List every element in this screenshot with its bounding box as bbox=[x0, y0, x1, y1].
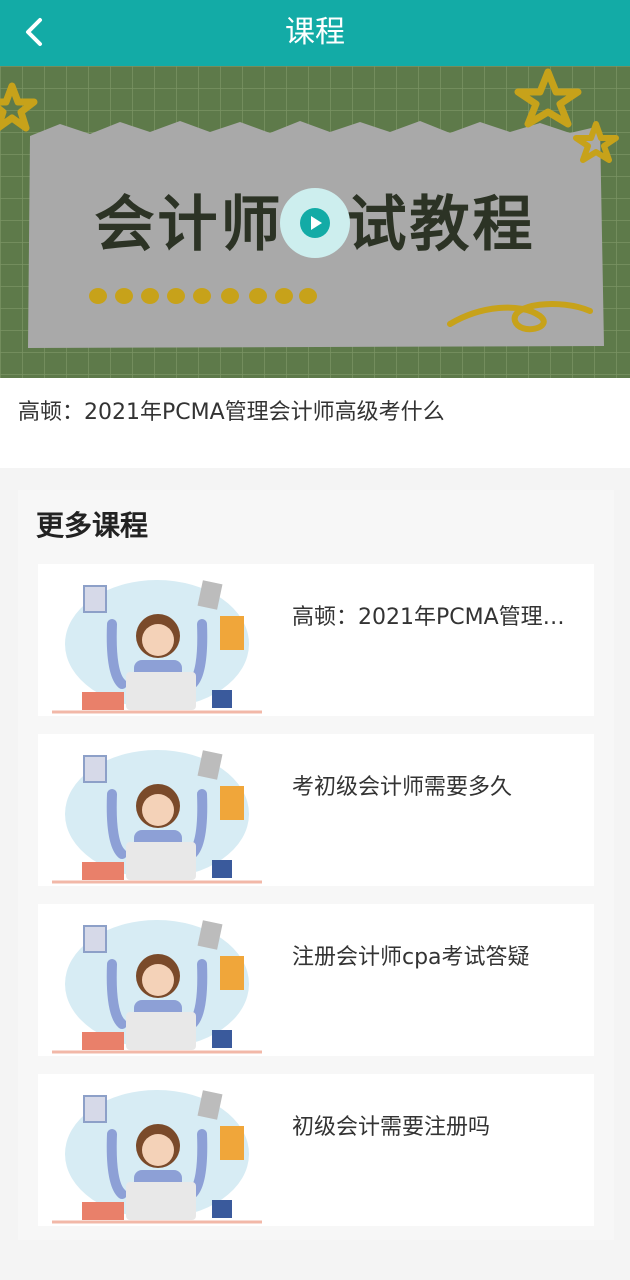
play-button[interactable] bbox=[280, 188, 350, 258]
top-bar: 课程 bbox=[0, 0, 630, 66]
course-thumbnail bbox=[52, 564, 262, 716]
course-card[interactable]: 注册会计师cpa考试答疑 bbox=[38, 904, 594, 1056]
play-icon bbox=[300, 208, 330, 238]
course-card-title: 考初级会计师需要多久 bbox=[292, 775, 513, 800]
accountant-illustration bbox=[52, 1090, 262, 1224]
course-card[interactable]: 高顿：2021年PCMA管理会计师高级考什么 bbox=[38, 564, 594, 716]
accountant-illustration bbox=[52, 580, 262, 714]
course-thumbnail bbox=[52, 734, 262, 886]
course-thumbnail bbox=[52, 1074, 262, 1226]
course-card-title: 注册会计师cpa考试答疑 bbox=[292, 945, 530, 970]
section-heading: 更多课程 bbox=[36, 509, 149, 542]
accountant-illustration bbox=[52, 750, 262, 884]
course-card[interactable]: 初级会计需要注册吗 bbox=[38, 1074, 594, 1226]
accountant-illustration bbox=[52, 920, 262, 1054]
more-courses-section: 更多课程 高顿：2021年PCMA管理会计师高级考什么 bbox=[18, 490, 614, 1240]
course-card[interactable]: 考初级会计师需要多久 bbox=[38, 734, 594, 886]
video-player[interactable]: 会计师考试教程 bbox=[0, 66, 630, 378]
course-thumbnail bbox=[52, 904, 262, 1056]
course-title: 高顿：2021年PCMA管理会计师高级考什么 bbox=[0, 378, 630, 468]
course-card-title: 初级会计需要注册吗 bbox=[292, 1115, 491, 1140]
course-card-title: 高顿：2021年PCMA管理会计师高级考什么 bbox=[292, 605, 582, 630]
page-title: 课程 bbox=[285, 15, 345, 50]
